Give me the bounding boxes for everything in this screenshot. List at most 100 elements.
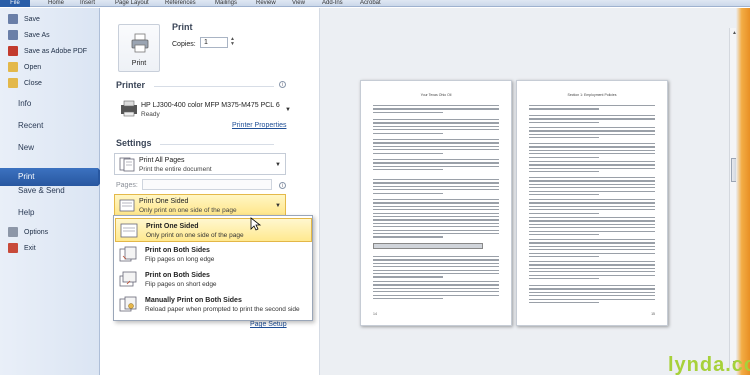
text-line bbox=[529, 230, 655, 232]
printer-properties-link[interactable]: Printer Properties bbox=[232, 122, 286, 129]
print-scope-dropdown[interactable]: Print All Pages Print the entire documen… bbox=[114, 153, 286, 175]
text-line bbox=[529, 130, 655, 132]
nav-help[interactable]: Help bbox=[18, 208, 34, 217]
nav-options-label: Options bbox=[24, 228, 49, 236]
nav-exit[interactable]: Exit bbox=[0, 240, 100, 256]
menu-item-sub: Reload paper when prompted to print the … bbox=[145, 306, 300, 313]
manual-duplex-icon bbox=[119, 296, 137, 312]
text-line bbox=[529, 288, 655, 290]
text-line bbox=[373, 276, 443, 278]
file-tab[interactable]: File bbox=[0, 0, 30, 7]
text-line bbox=[529, 302, 599, 304]
ribbon: File Home Insert Page Layout References … bbox=[0, 0, 750, 7]
nav-open[interactable]: Open bbox=[0, 59, 100, 75]
menu-item-title: Manually Print on Both Sides bbox=[145, 297, 242, 304]
page-setup-link[interactable]: Page Setup bbox=[250, 321, 287, 328]
printer-device-icon bbox=[121, 100, 137, 117]
tab-view[interactable]: View bbox=[292, 0, 305, 6]
menu-item-both-short[interactable]: Print on Both Sides Flip pages on short … bbox=[115, 268, 312, 292]
tab-review[interactable]: Review bbox=[256, 0, 276, 6]
text-line bbox=[529, 274, 655, 276]
text-line bbox=[373, 294, 499, 296]
settings-heading: Settings bbox=[116, 138, 152, 148]
backstage-nav: Save Save As Save as Adobe PDF Open Clos… bbox=[0, 8, 106, 375]
text-line bbox=[373, 236, 443, 238]
print-scope-sub: Print the entire document bbox=[139, 166, 212, 173]
menu-item-sub: Flip pages on short edge bbox=[145, 281, 217, 288]
text-line bbox=[529, 167, 655, 169]
menu-item-manual-both[interactable]: Manually Print on Both Sides Reload pape… bbox=[115, 293, 312, 317]
text-line bbox=[373, 179, 499, 181]
nav-print[interactable]: Print bbox=[0, 168, 106, 186]
menu-item-title: Print on Both Sides bbox=[145, 272, 210, 279]
text-line bbox=[373, 209, 499, 211]
copies-input[interactable]: 1 bbox=[200, 37, 228, 48]
info-icon[interactable]: i bbox=[279, 81, 286, 88]
text-line bbox=[373, 199, 499, 201]
nav-save-as-label: Save As bbox=[24, 31, 50, 39]
page-number: 14 bbox=[373, 312, 377, 316]
preview-page-right: Section 1: Employment Policies 15 bbox=[516, 80, 668, 326]
text-line bbox=[529, 199, 655, 201]
tab-add-ins[interactable]: Add-Ins bbox=[322, 0, 343, 6]
text-line bbox=[373, 291, 499, 293]
menu-item-both-long[interactable]: Print on Both Sides Flip pages on long e… bbox=[115, 243, 312, 267]
menu-item-title: Print on Both Sides bbox=[145, 247, 210, 254]
printer-dropdown[interactable]: HP LJ300-400 color MFP M375-M475 PCL 6 R… bbox=[114, 96, 291, 124]
preview-page-left: Your Texas Ohio Oil 14 bbox=[360, 80, 512, 326]
nav-save-send[interactable]: Save & Send bbox=[18, 186, 65, 195]
text-line bbox=[373, 165, 499, 167]
text-line bbox=[529, 227, 655, 229]
print-sides-sub: Only print on one side of the page bbox=[139, 207, 237, 214]
text-line bbox=[529, 190, 655, 192]
text-line bbox=[529, 183, 655, 185]
text-line bbox=[529, 180, 655, 182]
nav-options[interactable]: Options bbox=[0, 224, 100, 240]
tab-insert[interactable]: Insert bbox=[80, 0, 95, 6]
tab-page-layout[interactable]: Page Layout bbox=[115, 0, 149, 6]
text-line bbox=[529, 177, 655, 179]
page-number: 15 bbox=[651, 312, 655, 316]
text-line bbox=[529, 194, 599, 196]
tab-home[interactable]: Home bbox=[48, 0, 64, 6]
text-line bbox=[373, 226, 499, 228]
text-line bbox=[373, 222, 499, 224]
text-line bbox=[529, 223, 655, 225]
print-heading: Print bbox=[172, 22, 193, 32]
text-line bbox=[373, 281, 499, 283]
nav-save[interactable]: Save bbox=[0, 11, 100, 27]
text-line bbox=[529, 220, 655, 222]
menu-item-one-sided[interactable]: Print One Sided Only print on one side o… bbox=[115, 218, 312, 242]
nav-info[interactable]: Info bbox=[18, 99, 31, 108]
text-line bbox=[529, 105, 655, 107]
text-line bbox=[529, 164, 655, 166]
text-line bbox=[529, 118, 655, 120]
menu-item-sub: Only print on one side of the page bbox=[146, 232, 244, 239]
nav-save-pdf[interactable]: Save as Adobe PDF bbox=[0, 43, 100, 59]
info-icon[interactable]: i bbox=[279, 182, 286, 189]
text-line bbox=[529, 146, 655, 148]
text-line bbox=[373, 284, 499, 286]
nav-open-label: Open bbox=[24, 63, 42, 71]
text-line bbox=[373, 266, 499, 268]
mouse-cursor-icon bbox=[250, 217, 262, 231]
text-line bbox=[373, 105, 499, 107]
page-header: Section 1: Employment Policies bbox=[567, 93, 617, 97]
nav-close[interactable]: Close bbox=[0, 75, 100, 91]
tab-acrobat[interactable]: Acrobat bbox=[360, 0, 381, 6]
print-sides-dropdown[interactable]: Print One Sided Only print on one side o… bbox=[114, 194, 286, 216]
nav-save-pdf-label: Save as Adobe PDF bbox=[24, 47, 88, 55]
nav-new[interactable]: New bbox=[18, 143, 34, 152]
print-button[interactable]: Print bbox=[118, 24, 160, 72]
text-line bbox=[373, 269, 499, 271]
nav-save-as[interactable]: Save As bbox=[0, 27, 100, 43]
menu-item-title: Print One Sided bbox=[146, 223, 199, 230]
tab-references[interactable]: References bbox=[165, 0, 196, 6]
text-line bbox=[373, 233, 499, 235]
text-line bbox=[373, 122, 499, 124]
one-sided-icon bbox=[120, 223, 138, 238]
pages-input[interactable] bbox=[142, 179, 272, 190]
tab-mailings[interactable]: Mailings bbox=[215, 0, 237, 6]
nav-recent[interactable]: Recent bbox=[18, 121, 43, 130]
copies-spinner[interactable]: ▲ ▼ bbox=[230, 37, 236, 48]
